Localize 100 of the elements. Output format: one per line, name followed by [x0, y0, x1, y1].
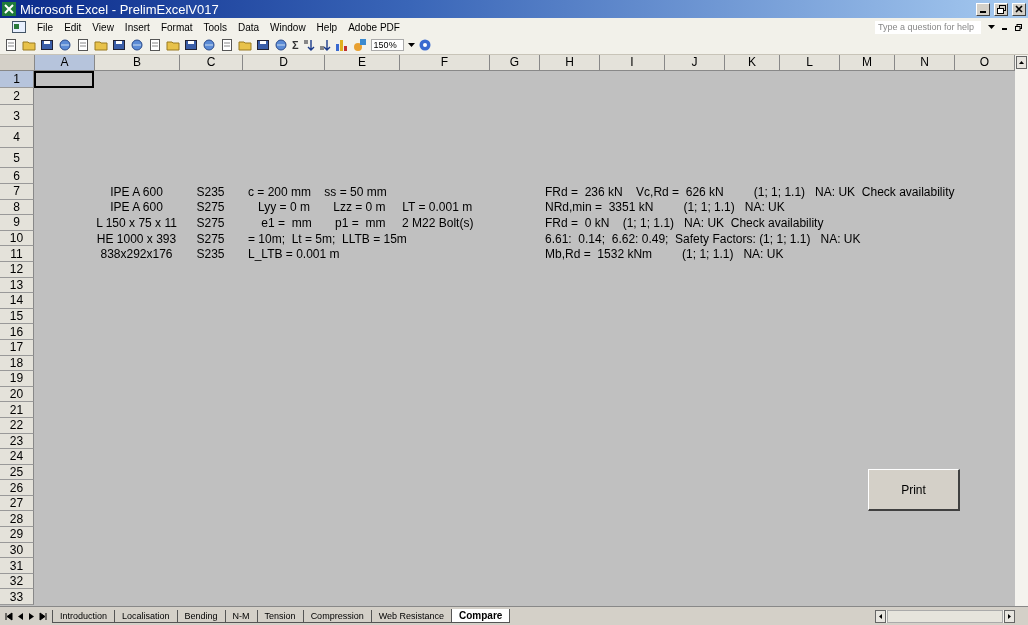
table-cell: FRd = 236 kN Vc,Rd = 626 kN (1; 1; 1.1) NA: UK Check availability: [545, 184, 955, 199]
table-cell-text: L 150 x 75 x 11: [95, 216, 178, 230]
row-header[interactable]: 4: [0, 127, 34, 148]
table-cell: = 10m; Lt = 5m; LLTB = 15m: [248, 231, 407, 246]
menu-item[interactable]: Edit: [64, 21, 82, 33]
column-header[interactable]: G: [490, 55, 540, 71]
restore-icon: [996, 4, 1006, 14]
column-header[interactable]: A: [35, 55, 95, 71]
sheet-tab[interactable]: Localisation: [114, 609, 177, 623]
sheet-tab[interactable]: Compression: [302, 609, 371, 623]
minimize-button[interactable]: [976, 2, 990, 16]
help-search-field[interactable]: Type a question for help: [875, 20, 981, 34]
column-header[interactable]: L: [780, 55, 840, 71]
new-document-icon[interactable]: [4, 38, 18, 52]
row-header[interactable]: 29: [0, 527, 34, 543]
autosum-button[interactable]: Σ: [292, 39, 299, 51]
workbook-icon[interactable]: [12, 21, 26, 33]
row-header[interactable]: 3: [0, 105, 34, 127]
scroll-right-icon[interactable]: [1004, 609, 1015, 623]
globe-icon[interactable]: [274, 38, 288, 52]
sheet-tab[interactable]: Bending: [176, 609, 225, 623]
table-cell-text: S275: [195, 231, 226, 246]
row-header[interactable]: 16: [0, 324, 34, 340]
row-header[interactable]: 28: [0, 511, 34, 528]
menu-item[interactable]: Adobe PDF: [348, 21, 400, 33]
restore-button[interactable]: [994, 2, 1008, 16]
row-header[interactable]: 19: [0, 371, 34, 387]
menu-item[interactable]: Help: [316, 21, 338, 33]
menu-item[interactable]: Insert: [124, 21, 150, 33]
column-header[interactable]: E: [325, 55, 400, 71]
table-cell-text: 838x292x176: [99, 247, 174, 262]
last-sheet-icon[interactable]: [39, 611, 48, 621]
row-header[interactable]: 26: [0, 480, 34, 496]
table-cell: FRd = 0 kN (1; 1; 1.1) NA: UK Check availability: [545, 216, 824, 230]
active-cell[interactable]: [34, 71, 94, 88]
table-cell-text: S235: [195, 247, 226, 262]
dropdown-icon[interactable]: [988, 25, 995, 29]
print-button[interactable]: Print: [868, 469, 960, 511]
column-header[interactable]: D: [243, 55, 325, 71]
sheet-tab[interactable]: N-M: [224, 609, 257, 623]
table-cell-text: S235: [195, 184, 226, 199]
row-header[interactable]: 21: [0, 402, 34, 418]
column-header[interactable]: H: [540, 55, 600, 71]
menu-item[interactable]: Format: [160, 21, 193, 33]
row-header[interactable]: 11: [0, 246, 34, 262]
row-header[interactable]: 2: [0, 88, 34, 105]
menu-item[interactable]: Window: [270, 21, 306, 33]
column-header[interactable]: C: [180, 55, 243, 71]
column-header[interactable]: K: [725, 55, 780, 71]
dropdown-icon[interactable]: [407, 43, 415, 47]
bar-chart-icon[interactable]: [334, 38, 349, 52]
menu-item[interactable]: Data: [237, 21, 260, 33]
table-cell: 6.61: 0.14; 6.62: 0.49; Safety Factors: (1; 1; 1.1) NA: UK: [545, 231, 861, 246]
next-sheet-icon[interactable]: [28, 611, 35, 621]
row-header[interactable]: 5: [0, 148, 34, 168]
menu-item[interactable]: Tools: [203, 21, 227, 33]
column-header[interactable]: F: [400, 55, 490, 71]
menu-item[interactable]: File: [37, 21, 54, 33]
drawing-icon[interactable]: [352, 38, 367, 52]
scroll-thumb[interactable]: [887, 609, 1003, 623]
sort-descending-icon[interactable]: [318, 38, 331, 52]
zoom-field[interactable]: 150%: [370, 39, 404, 51]
column-header[interactable]: N: [895, 55, 955, 71]
column-header[interactable]: I: [600, 55, 665, 71]
help-icon[interactable]: [418, 39, 431, 51]
first-sheet-icon[interactable]: [4, 611, 13, 621]
excel-logo-icon: [2, 2, 16, 16]
table-cell-text: S275: [195, 200, 226, 215]
row-header[interactable]: 33: [0, 589, 34, 606]
table-cell: NRd,min = 3351 kN (1; 1; 1.1) NA: UK: [545, 200, 785, 215]
table-cell: Mb,Rd = 1532 kNm (1; 1; 1.1) NA: UK: [545, 247, 784, 262]
column-header[interactable]: M: [840, 55, 895, 71]
previous-sheet-icon[interactable]: [17, 611, 24, 621]
scroll-up-icon[interactable]: [1016, 56, 1027, 69]
column-header[interactable]: O: [955, 55, 1015, 71]
row-header[interactable]: 14: [0, 293, 34, 309]
close-button[interactable]: [1012, 2, 1026, 16]
row-header[interactable]: 1: [0, 71, 34, 88]
sheet-tab[interactable]: Compare: [451, 609, 511, 623]
column-header[interactable]: B: [95, 55, 180, 71]
row-header[interactable]: 24: [0, 449, 34, 465]
row-header[interactable]: 6: [0, 168, 34, 184]
menu-item[interactable]: View: [92, 21, 114, 33]
sort-ascending-icon[interactable]: [302, 38, 315, 52]
table-cell-text: HE 1000 x 393: [95, 231, 178, 246]
column-header[interactable]: J: [665, 55, 725, 71]
horizontal-scrollbar[interactable]: [875, 609, 1015, 623]
save-icon[interactable]: [40, 38, 54, 52]
sheet-tab[interactable]: Introduction: [52, 609, 115, 623]
table-cell-text: Lyy = 0 m Lzz = 0 m LT = 0.001 m: [257, 200, 473, 215]
table-cell-text: IPE A 600: [109, 200, 164, 215]
scroll-left-icon[interactable]: [875, 609, 886, 623]
vertical-scrollbar[interactable]: [1015, 55, 1028, 606]
restore-icon[interactable]: [1015, 23, 1022, 31]
table-cell: L_LTB = 0.001 m: [248, 247, 340, 262]
sheet-tab[interactable]: Tension: [256, 609, 303, 623]
table-cell-text: IPE A 600: [109, 184, 164, 199]
row-header[interactable]: 31: [0, 558, 34, 574]
row-header[interactable]: 9: [0, 215, 34, 231]
row-header[interactable]: 7: [0, 184, 34, 200]
